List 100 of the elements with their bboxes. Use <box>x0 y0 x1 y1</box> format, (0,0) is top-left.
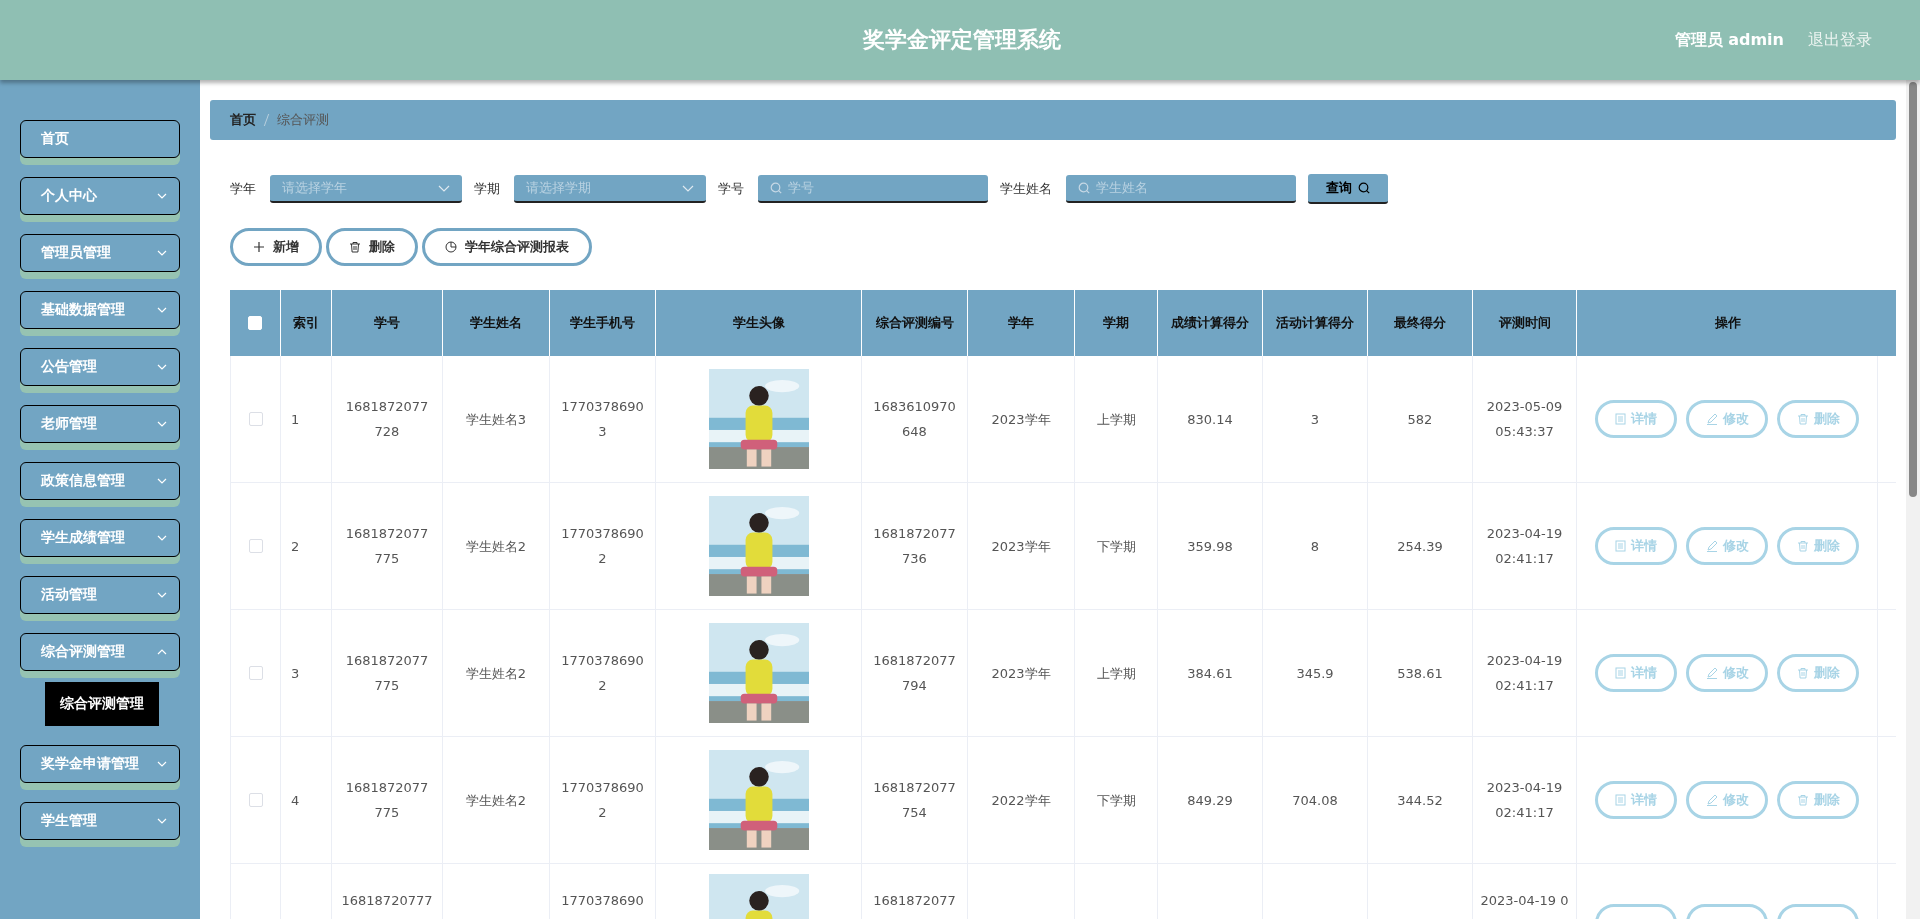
chevron-icon <box>157 592 167 598</box>
table-cell-text: 学生姓名2 <box>465 664 527 683</box>
table-cell-text: 2022学年 <box>991 791 1051 810</box>
trash-icon <box>1796 540 1809 552</box>
search-field[interactable]: 学号 <box>758 175 988 203</box>
table-cell-text: 17703786903 <box>560 398 645 441</box>
column-header: 最终得分 <box>1367 290 1472 356</box>
table-cell-text: 2023学年 <box>991 537 1051 556</box>
chevron-icon <box>157 364 167 370</box>
chevron-icon <box>438 184 450 192</box>
chevron-icon <box>157 761 167 767</box>
filter-label: 学号 <box>718 180 744 198</box>
table-cell-text: 学生姓名2 <box>465 537 527 556</box>
filter-label: 学期 <box>474 180 500 198</box>
table-cell-text: 344.52 <box>1397 791 1443 810</box>
edit-button[interactable]: 修改 <box>1686 654 1768 692</box>
delete-button[interactable]: 删除 <box>1777 654 1859 692</box>
column-header: 学号 <box>331 290 442 356</box>
edit-button[interactable]: 修改 <box>1686 400 1768 438</box>
column-header: 操作 <box>1576 290 1878 356</box>
table-cell-text: 16818720777 <box>341 892 433 910</box>
search-field[interactable]: 学生姓名 <box>1066 175 1296 203</box>
delete-button[interactable]: 删除 <box>1777 527 1859 565</box>
pencil-icon <box>1705 413 1718 425</box>
filter-label: 学生姓名 <box>1000 180 1052 198</box>
detail-button[interactable]: 详情 <box>1595 781 1677 819</box>
edit-button[interactable]: 修改 <box>1686 527 1768 565</box>
table-cell-text: 254.39 <box>1397 537 1443 556</box>
table-cell-text: 学生姓名3 <box>465 410 527 429</box>
breadcrumb-item: 综合评测 <box>277 111 329 129</box>
logout-link[interactable]: 退出登录 <box>1808 29 1872 51</box>
table-cell-text: 2023-04-19 02:41:17 <box>1485 525 1564 568</box>
submenu-item[interactable]: 综合评测管理 <box>45 682 159 726</box>
table-cell-text: 1681872077794 <box>872 652 957 695</box>
table-cell-text: 1681872077775 <box>344 525 430 568</box>
pie-chart-icon <box>445 241 457 253</box>
table-cell-text: 582 <box>1407 410 1433 429</box>
table-cell-text: 1683610970648 <box>872 398 957 441</box>
add-button[interactable]: 新增 <box>230 228 322 266</box>
user-label: 管理员 admin <box>1674 29 1784 51</box>
table-cell-text: 学生姓名2 <box>465 791 527 810</box>
table-cell-text: 1681872077775 <box>344 779 430 822</box>
column-header: 学生姓名 <box>442 290 549 356</box>
table-cell-text: 3 <box>1310 410 1320 429</box>
table-cell-text: 1681872077754 <box>872 779 957 822</box>
column-header: 综合评测编号 <box>861 290 967 356</box>
table-cell-text: 2023学年 <box>991 410 1051 429</box>
chevron-icon <box>157 535 167 541</box>
table-cell-text: 8 <box>1310 537 1320 556</box>
column-header: 活动计算得分 <box>1262 290 1367 356</box>
pencil-icon <box>1705 540 1718 552</box>
table-cell-text: 849.29 <box>1187 791 1233 810</box>
report-button[interactable]: 学年综合评测报表 <box>422 228 592 266</box>
table-cell-text: 2023-04-19 02:41:17 <box>1485 779 1564 822</box>
search-icon <box>1358 182 1370 194</box>
chevron-icon <box>682 184 694 192</box>
filter-label: 学年 <box>230 180 256 198</box>
scrollbar[interactable] <box>1906 80 1920 919</box>
column-header: 评测时间 <box>1472 290 1576 356</box>
chevron-icon <box>157 421 167 427</box>
table-cell-text: 2023-05-09 05:43:37 <box>1485 398 1564 441</box>
row-checkbox[interactable] <box>248 412 263 426</box>
column-header: 索引 <box>280 290 331 356</box>
app-title: 奖学金评定管理系统 <box>862 26 1063 54</box>
column-header: 学期 <box>1074 290 1157 356</box>
column-header: 成绩计算得分 <box>1157 290 1262 356</box>
table-cell-text: 1770378690 <box>561 892 644 910</box>
table-cell-text: 1681872077 <box>873 892 956 910</box>
table-cell-text: 2023-04-19 02:41:17 <box>1485 652 1564 695</box>
edit-button[interactable]: 修改 <box>1686 781 1768 819</box>
select-field[interactable]: 请选择学年 <box>270 175 462 203</box>
table-cell-text: 17703786902 <box>560 525 645 568</box>
table-cell-text: 2023-04-19 0 <box>1480 892 1569 910</box>
select-field[interactable]: 请选择学期 <box>514 175 706 203</box>
plus-icon <box>253 241 265 253</box>
search-icon <box>770 182 782 194</box>
row-checkbox[interactable] <box>248 539 263 553</box>
detail-button[interactable]: 详情 <box>1595 527 1677 565</box>
table-cell-text: 1681872077775 <box>344 652 430 695</box>
row-checkbox[interactable] <box>248 793 263 807</box>
search-button[interactable]: 查询 <box>1308 174 1388 204</box>
pencil-icon <box>1705 667 1718 679</box>
chevron-icon <box>157 818 167 824</box>
pencil-icon <box>1705 794 1718 806</box>
chevron-icon <box>157 193 167 199</box>
table-cell-text: 538.61 <box>1397 664 1443 683</box>
document-icon <box>1615 413 1626 425</box>
table-cell-text: 1 <box>291 410 300 429</box>
chevron-icon <box>157 478 167 484</box>
row-checkbox[interactable] <box>248 666 263 680</box>
table-cell-text: 上学期 <box>1096 410 1136 429</box>
search-icon <box>1078 182 1090 194</box>
delete-button[interactable]: 删除 <box>1777 400 1859 438</box>
delete-button[interactable]: 删除 <box>1777 781 1859 819</box>
detail-button[interactable]: 详情 <box>1595 654 1677 692</box>
select-all-checkbox[interactable] <box>248 316 262 330</box>
table-cell-text: 4 <box>291 791 300 810</box>
detail-button[interactable]: 详情 <box>1595 400 1677 438</box>
breadcrumb-item[interactable]: 首页 <box>230 111 256 129</box>
delete-button[interactable]: 删除 <box>326 228 418 266</box>
